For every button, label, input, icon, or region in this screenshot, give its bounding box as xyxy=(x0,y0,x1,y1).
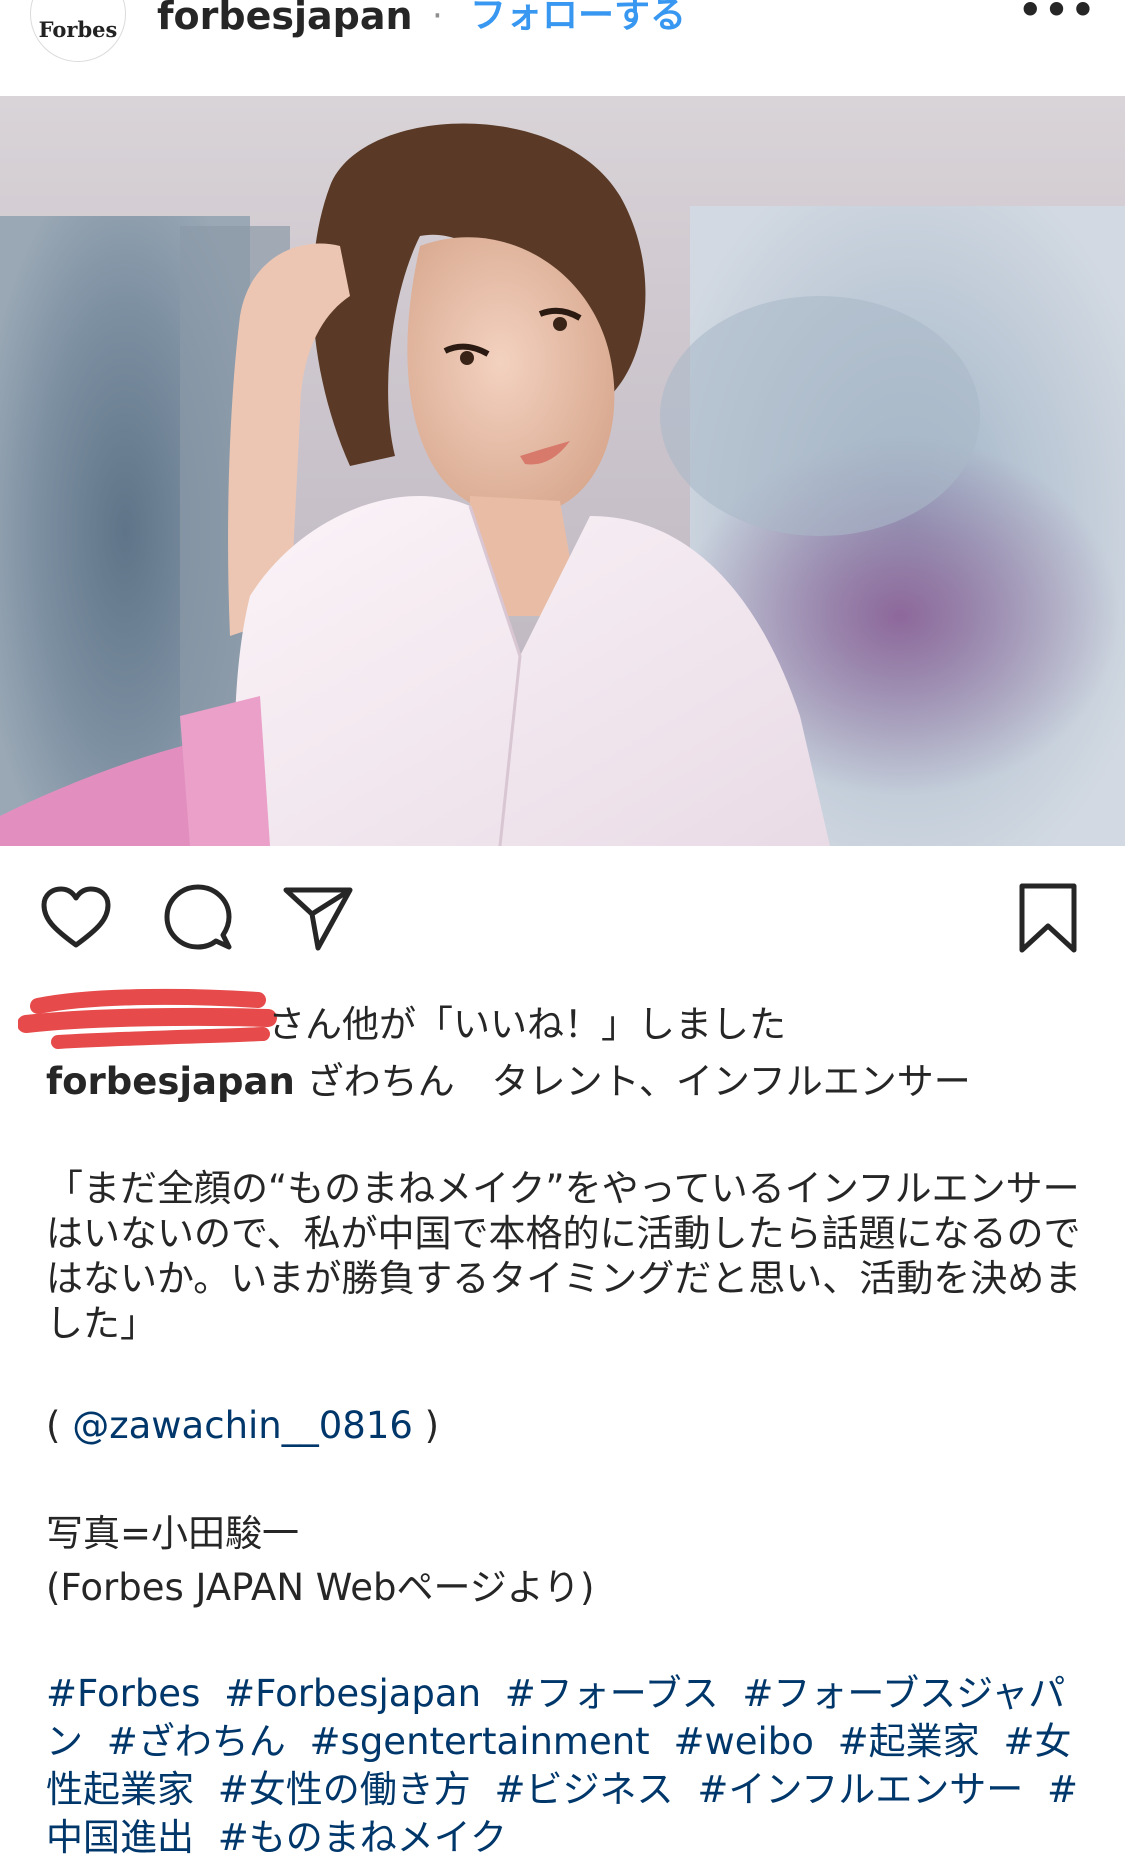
hashtag-link[interactable]: #ものまねメイク xyxy=(218,1816,507,1859)
hashtag-list: #Forbes #Forbesjapan #フォーブス #フォーブスジャパン #… xyxy=(46,1670,1096,1862)
comment-icon[interactable] xyxy=(158,878,238,958)
more-options-icon[interactable]: ••• xyxy=(1018,0,1097,34)
mention-line: ( @zawachin__0816 ) xyxy=(46,1402,439,1450)
likes-text: さん他が「いいね！」しました xyxy=(268,1003,786,1046)
hashtag-link[interactable]: #sgentertainment xyxy=(310,1720,650,1763)
heart-icon[interactable] xyxy=(36,878,116,958)
post-username[interactable]: forbesjapan xyxy=(157,0,413,40)
hashtag-link[interactable]: #ビジネス xyxy=(495,1768,674,1811)
follow-button[interactable]: フォローする xyxy=(470,0,686,40)
action-bar xyxy=(0,846,1125,986)
post-header: Forbes forbesjapan · フォローする ••• xyxy=(0,0,1125,96)
photo-credit: 写真=小田駿一 xyxy=(46,1512,300,1555)
hashtag-link[interactable]: #Forbes xyxy=(46,1672,200,1715)
hashtag-link[interactable]: #女性の働き方 xyxy=(218,1768,471,1811)
caption-username[interactable]: forbesjapan xyxy=(46,1060,295,1103)
mention-open: ( xyxy=(46,1404,73,1447)
bookmark-icon[interactable] xyxy=(1008,878,1088,958)
redaction-mark xyxy=(18,988,277,1049)
caption-headline: forbesjapan ざわちん タレント、インフルエンサー xyxy=(46,1058,1086,1106)
likes-summary[interactable]: さん他が「いいね！」しました xyxy=(18,986,1118,1049)
share-icon[interactable] xyxy=(278,878,358,958)
mention-link[interactable]: @zawachin__0816 xyxy=(72,1404,413,1447)
hashtag-link[interactable]: #インフルエンサー xyxy=(697,1768,1023,1811)
mention-close: ) xyxy=(412,1404,440,1447)
source-credit: (Forbes JAPAN Webページより) xyxy=(46,1566,595,1609)
hashtag-link[interactable]: #起業家 xyxy=(838,1720,980,1763)
avatar[interactable]: Forbes xyxy=(30,0,126,62)
portrait-photo xyxy=(0,96,1125,846)
post-photo[interactable] xyxy=(0,96,1125,846)
avatar-logo-text: Forbes xyxy=(38,16,118,42)
hashtag-link[interactable]: #weibo xyxy=(673,1720,813,1763)
caption-headline-text: ざわちん タレント、インフルエンサー xyxy=(294,1060,971,1103)
hashtag-link[interactable]: #フォーブス xyxy=(505,1672,719,1715)
hashtag-link[interactable]: #ざわちん xyxy=(107,1720,286,1763)
separator-dot: · xyxy=(432,0,443,36)
hashtag-link[interactable]: #Forbesjapan xyxy=(224,1672,481,1715)
caption-quote: 「まだ全顔の“ものまねメイク”をやっているインフルエンサーはいないので、私が中国… xyxy=(46,1167,1082,1345)
